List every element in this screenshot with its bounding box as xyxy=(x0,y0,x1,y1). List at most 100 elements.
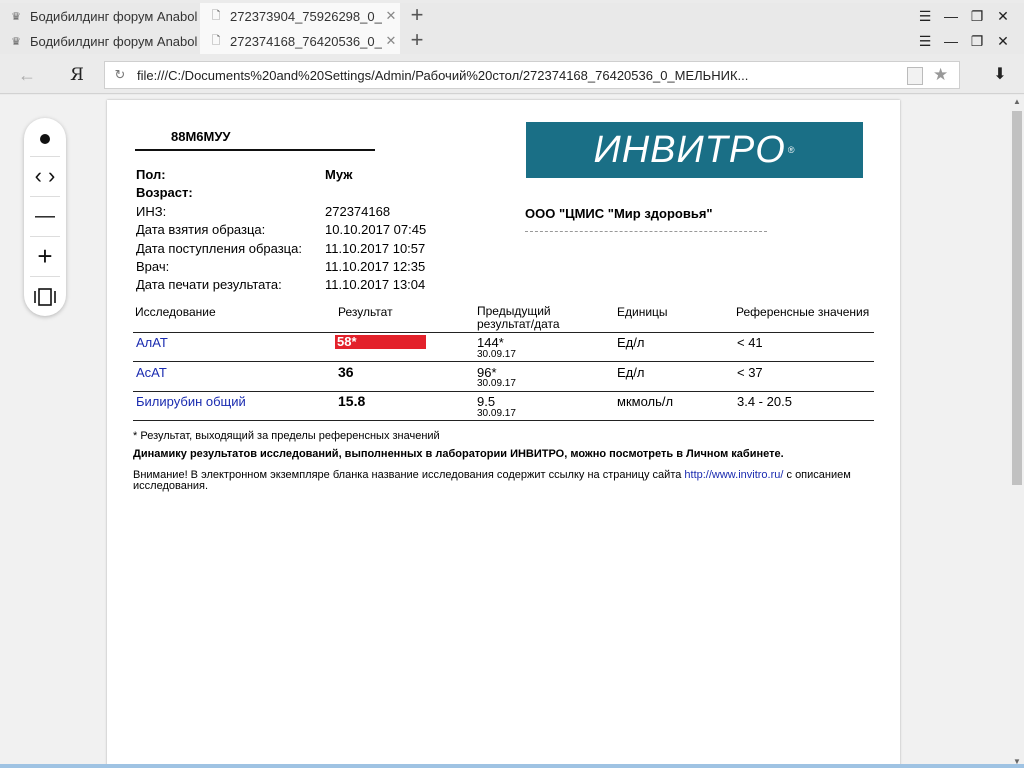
address-bar[interactable]: ↻ file:///C:/Documents%20and%20Settings/… xyxy=(104,61,960,89)
tab-title: Бодибилдинг форум Anaboli xyxy=(30,33,198,49)
field-label-sample-taken: Дата взятия образца: xyxy=(136,222,266,237)
window-controls: ☰ — ❐ ✕ xyxy=(912,28,1016,54)
tab-strip-1: ♛ Бодибилдинг форум Anaboli 🗋 272373904_… xyxy=(0,3,1024,29)
organization-name: ООО "ЦМИС "Мир здоровья" xyxy=(525,206,713,221)
previous-result: 144* xyxy=(477,335,504,350)
registered-mark: ® xyxy=(787,145,796,155)
patient-name-cropped xyxy=(135,148,379,157)
document-icon: 🗋 xyxy=(211,9,221,22)
field-label-print-date: Дата печати результата: xyxy=(136,277,282,292)
tab-document-1[interactable]: 🗋 272373904_75926298_0_ ✕ xyxy=(200,3,400,29)
reference-range: < 41 xyxy=(737,335,763,350)
col-header-units: Единицы xyxy=(617,305,668,319)
previous-date: 30.09.17 xyxy=(477,408,516,419)
back-arrow-icon[interactable]: ← xyxy=(16,64,38,86)
field-value-doctor: 11.10.2017 12:35 xyxy=(325,259,426,274)
yandex-logo-icon[interactable]: Я xyxy=(66,64,88,86)
page-mode-icon[interactable] xyxy=(907,67,923,85)
pointer-button[interactable] xyxy=(24,118,66,158)
attention-note-line2: исследования. xyxy=(133,480,209,492)
reference-range: 3.4 - 20.5 xyxy=(737,394,792,409)
col-header-previous: Предыдущий результат/дата xyxy=(477,304,560,331)
units: Ед/л xyxy=(617,365,645,380)
previous-result: 9.5 xyxy=(477,394,496,409)
table-bottom-rule xyxy=(133,420,874,421)
result-value: 36 xyxy=(338,364,354,380)
close-tab-icon[interactable]: ✕ xyxy=(382,33,400,49)
row-divider xyxy=(133,361,874,362)
tab-title: 272374168_76420536_0_ xyxy=(230,33,382,49)
field-label-doctor: Врач: xyxy=(136,259,170,274)
attention-text-end: с описанием xyxy=(783,469,851,481)
site-favicon-icon: ♛ xyxy=(11,35,21,48)
dynamics-note: Динамику результатов исследований, выпол… xyxy=(133,448,784,460)
minimize-icon[interactable]: — xyxy=(938,28,964,54)
zoom-out-button[interactable]: — xyxy=(24,196,66,236)
units: Ед/л xyxy=(617,335,645,350)
attention-text: Внимание! В электронном экземпляре бланк… xyxy=(133,469,685,481)
minimize-icon[interactable]: — xyxy=(938,3,964,29)
tab-bodybuilding-forum[interactable]: ♛ Бодибилдинг форум Anaboli xyxy=(0,28,198,54)
site-favicon-icon: ♛ xyxy=(11,10,21,23)
attention-note: Внимание! В электронном экземпляре бланк… xyxy=(133,469,851,481)
test-link-asat[interactable]: АсАТ xyxy=(136,365,167,380)
url-text[interactable]: file:///C:/Documents%20and%20Settings/Ad… xyxy=(137,68,897,83)
footnote: * Результат, выходящий за пределы рефере… xyxy=(133,430,440,442)
invitro-site-link[interactable]: http://www.invitro.ru/ xyxy=(684,469,783,481)
fit-page-button[interactable] xyxy=(24,276,66,316)
menu-icon[interactable]: ☰ xyxy=(912,3,938,29)
new-tab-button[interactable]: + xyxy=(406,3,428,29)
organization-address-cropped xyxy=(525,224,767,232)
field-value-sample-taken: 10.10.2017 07:45 xyxy=(325,222,427,237)
reference-range: < 37 xyxy=(737,365,763,380)
field-value-print-date: 11.10.2017 13:04 xyxy=(325,277,426,292)
close-tab-icon[interactable]: ✕ xyxy=(382,8,400,24)
tab-title: Бодибилдинг форум Anaboli xyxy=(30,8,198,24)
field-value-sex: Муж xyxy=(325,167,353,182)
field-label-sex: Пол: xyxy=(136,167,166,182)
restore-icon[interactable]: ❐ xyxy=(964,28,990,54)
patient-code: 88М6МУУ xyxy=(171,129,231,144)
col-header-test: Исследование xyxy=(135,305,216,319)
tab-document-2[interactable]: 🗋 272374168_76420536_0_ ✕ xyxy=(200,28,400,54)
previous-date: 30.09.17 xyxy=(477,378,516,389)
test-link-bilirubin[interactable]: Билирубин общий xyxy=(136,394,246,409)
document-icon: 🗋 xyxy=(211,34,221,47)
scroll-thumb[interactable] xyxy=(1012,111,1022,485)
col-header-result: Результат xyxy=(338,305,393,319)
tab-strip-2: ♛ Бодибилдинг форум Anaboli 🗋 272374168_… xyxy=(0,28,1024,54)
zoom-in-button[interactable]: + xyxy=(24,236,66,276)
test-link-alat[interactable]: АлАТ xyxy=(136,335,168,350)
bookmark-star-icon[interactable]: ★ xyxy=(933,65,948,85)
window-controls: ☰ — ❐ ✕ xyxy=(912,3,1016,29)
reload-icon[interactable]: ↻ xyxy=(111,66,129,84)
result-value-flagged: 58* xyxy=(335,335,426,349)
scroll-up-icon[interactable]: ▲ xyxy=(1013,97,1021,106)
fit-width-icon xyxy=(34,287,56,306)
page-nav-button[interactable]: ‹ › xyxy=(24,156,66,196)
restore-icon[interactable]: ❐ xyxy=(964,3,990,29)
logo-text: ИНВИТРО xyxy=(593,128,786,171)
menu-icon[interactable]: ☰ xyxy=(912,28,938,54)
navigation-bar: ← Я ↻ file:///C:/Documents%20and%20Setti… xyxy=(0,56,1024,94)
vertical-scrollbar[interactable]: ▲ ▼ xyxy=(1010,95,1024,768)
tab-title: 272373904_75926298_0_ xyxy=(230,8,382,24)
field-label-sample-received: Дата поступления образца: xyxy=(136,241,302,256)
field-label-age: Возраст: xyxy=(136,185,193,200)
field-value-sample-received: 11.10.2017 10:57 xyxy=(325,241,426,256)
previous-date: 30.09.17 xyxy=(477,349,516,360)
row-divider xyxy=(133,391,874,392)
table-header-rule xyxy=(133,332,874,333)
new-tab-button[interactable]: + xyxy=(406,28,428,54)
zoom-toolbar: ‹ › — + xyxy=(24,118,66,316)
download-icon[interactable]: ⬇ xyxy=(990,64,1010,86)
tab-bodybuilding-forum[interactable]: ♛ Бодибилдинг форум Anaboli xyxy=(0,3,198,29)
units: мкмоль/л xyxy=(617,394,674,409)
taskbar-edge xyxy=(0,764,1024,768)
result-value: 15.8 xyxy=(338,393,366,409)
close-window-icon[interactable]: ✕ xyxy=(990,3,1016,29)
invitro-logo: ИНВИТРО ® xyxy=(526,122,863,178)
col-header-reference: Референсные значения xyxy=(736,305,870,319)
dot-icon xyxy=(40,133,50,144)
close-window-icon[interactable]: ✕ xyxy=(990,28,1016,54)
